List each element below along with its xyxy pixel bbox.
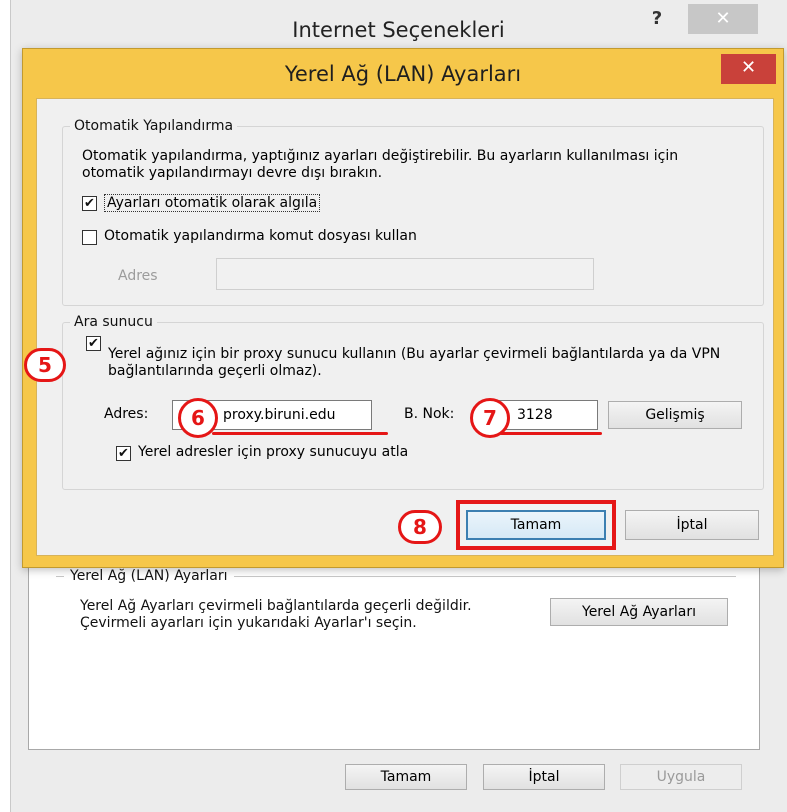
dialog-cancel-button[interactable]: İptal [625, 510, 759, 540]
proxy-legend: Ara sunucu [70, 314, 157, 330]
use-proxy-label[interactable]: Yerel ağınız için bir proxy sunucu kulla… [108, 346, 728, 380]
auto-detect-label[interactable]: Ayarları otomatik olarak algıla [104, 194, 321, 212]
auto-config-description: Otomatik yapılandırma, yaptığınız ayarla… [82, 148, 679, 181]
auto-script-label[interactable]: Otomatik yapılandırma komut dosyası kull… [104, 228, 417, 244]
annotation-step-6: 6 [178, 398, 218, 438]
lan-section-description: Yerel Ağ Ayarları çevirmeli bağlantılard… [80, 598, 472, 631]
dialog-close-icon[interactable]: ✕ [721, 54, 776, 84]
annotation-underline-address [212, 432, 388, 435]
auto-detect-checkbox[interactable]: ✔ [82, 196, 97, 211]
lan-section-legend: Yerel Ağ (LAN) Ayarları [64, 568, 234, 584]
outer-ok-button[interactable]: Tamam [345, 764, 467, 790]
annotation-highlight-ok [456, 500, 616, 550]
bypass-local-checkbox[interactable]: ✔ [116, 446, 131, 461]
advanced-button[interactable]: Gelişmiş [608, 401, 742, 429]
bypass-local-label[interactable]: Yerel adresler için proxy sunucuyu atla [138, 444, 408, 460]
help-icon[interactable]: ? [642, 8, 672, 32]
outer-apply-button: Uygula [620, 764, 742, 790]
dialog-title: Yerel Ağ (LAN) Ayarları [284, 62, 522, 86]
auto-config-legend: Otomatik Yapılandırma [70, 118, 238, 134]
annotation-step-8: 8 [398, 510, 442, 544]
proxy-address-label: Adres: [104, 406, 149, 422]
auto-script-checkbox[interactable] [82, 230, 97, 245]
script-address-label: Adres [118, 268, 158, 284]
proxy-port-label: B. Nok: [404, 406, 455, 422]
window-close-icon[interactable]: ✕ [688, 4, 758, 34]
annotation-step-7: 7 [470, 398, 510, 438]
outer-cancel-button[interactable]: İptal [483, 764, 605, 790]
use-proxy-checkbox[interactable]: ✔ [86, 336, 101, 351]
script-address-input [216, 258, 594, 290]
annotation-underline-port [500, 432, 602, 435]
lan-settings-button[interactable]: Yerel Ağ Ayarları [550, 598, 728, 626]
annotation-step-5: 5 [24, 348, 66, 382]
